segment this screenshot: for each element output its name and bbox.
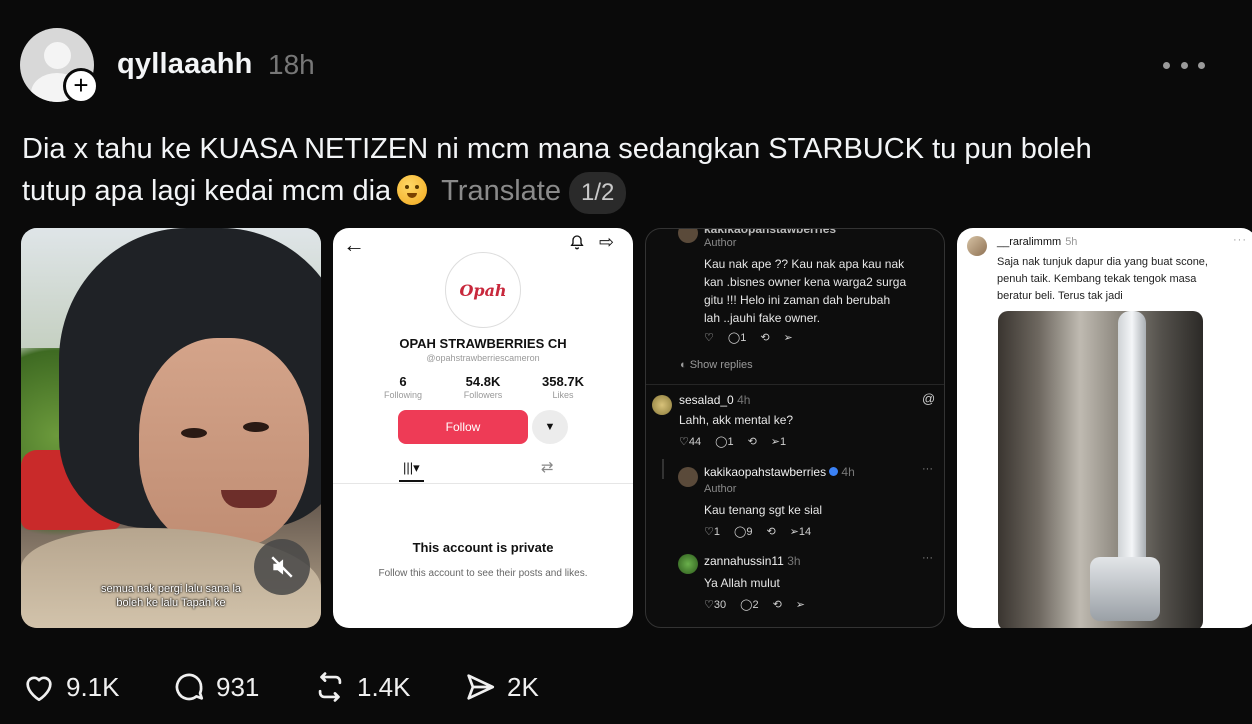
tweet-username: __raralimmm 5h bbox=[997, 236, 1078, 248]
mute-button[interactable] bbox=[254, 539, 310, 595]
reply3-actions: ♡1 ◯9 ⟲ ➢14 bbox=[704, 526, 812, 538]
heart-icon bbox=[26, 676, 52, 702]
back-arrow-icon: ← bbox=[343, 232, 365, 257]
profile-name: OPAH STRAWBERRIES CH bbox=[399, 336, 567, 351]
tweet-text: Saja nak tunjuk dapur dia yang buat scon… bbox=[997, 256, 1208, 302]
subtitle-line-1: semua nak pergi lalu sana la bbox=[100, 583, 242, 595]
more-icon: ··· bbox=[922, 463, 933, 475]
threads-logo-icon: @ bbox=[922, 391, 936, 406]
reply2-name: sesalad_0 4h bbox=[679, 393, 751, 407]
stat-likes: 358.7K Likes bbox=[542, 374, 584, 400]
reply3-name: kakikaopahstawberries 4h bbox=[704, 465, 855, 479]
heart-icon: ♡ bbox=[704, 332, 714, 344]
reply1-author-name: kakikaopahstawberries bbox=[704, 228, 837, 236]
tweet-avatar bbox=[967, 236, 987, 256]
plus-icon: + bbox=[73, 70, 89, 100]
reply2-avatar bbox=[652, 395, 672, 415]
like-button[interactable]: 9.1K bbox=[22, 668, 120, 706]
avatar[interactable]: + bbox=[20, 28, 99, 104]
caret-down-icon: ▼ bbox=[532, 410, 568, 444]
stat-followers: 54.8K Followers bbox=[463, 374, 503, 400]
repost-button[interactable]: 1.4K bbox=[313, 668, 411, 706]
private-title: This account is private bbox=[412, 540, 554, 555]
media-replies-screenshot[interactable]: kakikaopahstawberries Author Kau nak ape… bbox=[645, 228, 945, 628]
reply1-text-3: gitu !!! Helo ini zaman dah berubah bbox=[704, 293, 891, 307]
private-subtitle: Follow this account to see their posts a… bbox=[378, 568, 588, 579]
reply1-text-1: Kau nak ape ?? Kau nak apa kau nak bbox=[704, 257, 905, 271]
reply-avatar bbox=[678, 229, 698, 243]
caption-line-1: Dia x tahu ke KUASA NETIZEN ni mcm mana … bbox=[22, 133, 1092, 165]
comment-icon: ◯1 bbox=[727, 332, 747, 344]
threads-post: + qyllaaahh 18h Dia x tahu ke KUASA NETI… bbox=[0, 0, 1252, 724]
repost-icon: ⟲ bbox=[760, 332, 770, 344]
reply4-actions: ♡30 ◯2 ⟲ ➢ bbox=[704, 599, 805, 611]
show-replies-link: ◐ Show replies bbox=[680, 359, 753, 371]
stat-following: 6 Following bbox=[383, 374, 423, 400]
bell-icon bbox=[570, 235, 584, 250]
shushing-face-emoji-icon bbox=[397, 175, 428, 205]
like-count: 9.1K bbox=[66, 671, 120, 702]
post-username[interactable]: qyllaaahh bbox=[117, 48, 253, 81]
page-indicator: 1/2 bbox=[568, 172, 627, 214]
comment-count: 931 bbox=[216, 671, 260, 702]
media-tweet-screenshot[interactable]: __raralimmm 5h ··· Saja nak tunjuk dapur … bbox=[957, 228, 1252, 628]
share-arrow-icon: ⇨ bbox=[599, 232, 615, 252]
profile-handle: @opahstrawberriescameron bbox=[426, 353, 540, 363]
grid-tab-icon: |||▾ bbox=[399, 460, 424, 482]
tiktok-follow-button: Follow bbox=[398, 410, 528, 444]
video-subtitle: semua nak pergi lalu sana la boleh ke la… bbox=[81, 582, 261, 610]
reply4-name: zannahussin11 3h bbox=[704, 554, 801, 568]
reply2-actions: ♡44 ◯1 ⟲ ➢1 bbox=[679, 436, 787, 448]
repost-count: 1.4K bbox=[357, 671, 411, 702]
caption-line-2: tutup apa lagi kedai mcm dia bbox=[22, 175, 392, 207]
speaker-muted-icon bbox=[271, 556, 293, 578]
media-video[interactable]: semua nak pergi lalu sana la boleh ke la… bbox=[21, 228, 321, 628]
share-count: 2K bbox=[507, 671, 539, 702]
more-options-icon[interactable] bbox=[1163, 50, 1205, 80]
reply3-avatar bbox=[678, 467, 698, 487]
reply3-text: Kau tenang sgt ke sial bbox=[704, 503, 823, 517]
profile-tabs: |||▾ ⇄ bbox=[333, 456, 633, 484]
more-icon: ··· bbox=[1233, 234, 1247, 246]
post-timestamp: 18h bbox=[268, 49, 315, 80]
reply1-role: Author bbox=[704, 237, 737, 249]
follow-plus-button[interactable]: + bbox=[63, 68, 99, 104]
reply2-text: Lahh, akk mental ke? bbox=[679, 413, 794, 427]
reply4-text: Ya Allah mulut bbox=[704, 576, 780, 590]
profile-logo: Opah bbox=[445, 252, 521, 328]
repost-icon bbox=[318, 672, 342, 702]
logo-text: Opah bbox=[459, 280, 507, 300]
face-image bbox=[139, 338, 309, 548]
comment-button[interactable]: 931 bbox=[172, 668, 259, 706]
media-tiktok-profile[interactable]: ← ⇨ Opah OPAH STRAWBERRIES CH @opahstraw… bbox=[333, 228, 633, 628]
reply1-actions: ♡ ◯1 ⟲ ➢ bbox=[704, 331, 793, 344]
reply1-text-4: lah ..jauhi fake owner. bbox=[704, 311, 821, 325]
reply3-role: Author bbox=[704, 483, 737, 495]
repost-tab-icon: ⇄ bbox=[541, 459, 554, 476]
send-icon bbox=[467, 674, 495, 700]
translate-link[interactable]: Translate bbox=[441, 175, 561, 207]
verified-badge-icon bbox=[829, 467, 839, 476]
reply1-text-2: kan .bisnes owner kena warga2 surga bbox=[704, 275, 907, 289]
subtitle-line-2: boleh ke lalu Tapah ke bbox=[116, 597, 226, 609]
post-caption: Dia x tahu ke KUASA NETIZEN ni mcm mana … bbox=[22, 128, 1222, 214]
more-icon: ··· bbox=[922, 552, 933, 564]
share-button[interactable]: 2K bbox=[463, 668, 539, 706]
comment-icon bbox=[175, 673, 204, 701]
send-icon: ➢ bbox=[783, 332, 793, 344]
reply4-avatar bbox=[678, 554, 698, 574]
kitchen-photo bbox=[998, 311, 1203, 628]
